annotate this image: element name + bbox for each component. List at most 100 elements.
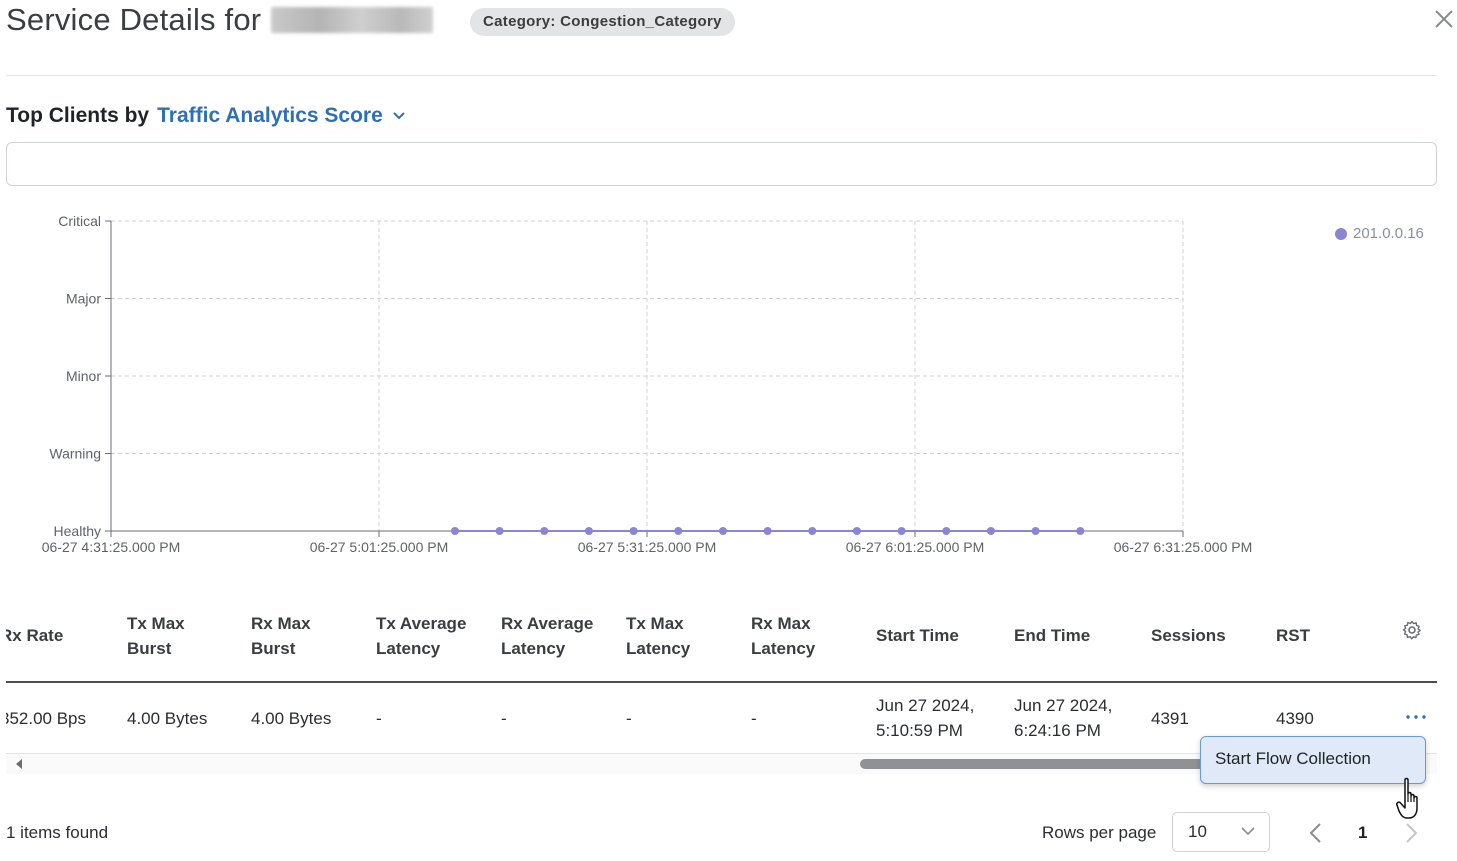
table-cell-text: Jun 27 2024, <box>1014 696 1113 715</box>
table-cell-text: 6:24:16 PM <box>1014 721 1101 740</box>
column-header[interactable]: Tx Max Burst <box>126 611 251 661</box>
y-tick-label: Minor <box>66 368 101 384</box>
metric-dropdown[interactable]: Traffic Analytics Score <box>157 104 405 128</box>
x-tick-label: 06-27 4:31:25.000 PM <box>42 539 181 555</box>
data-point[interactable] <box>540 527 549 535</box>
data-point[interactable] <box>763 527 772 535</box>
column-header[interactable]: Sessions <box>1151 623 1276 648</box>
page-title: Service Details for <box>6 0 434 40</box>
table-cell: - <box>501 706 626 731</box>
table-cell: 4390 <box>1276 706 1396 731</box>
table-cell-text: Jun 27 2024, <box>876 696 975 715</box>
table-cell-text: 352.00 Bps <box>6 708 87 728</box>
data-point[interactable] <box>942 527 951 535</box>
table-cell-text: - <box>626 708 632 728</box>
table-cell: - <box>376 706 501 731</box>
close-icon <box>1435 10 1453 28</box>
filter-input[interactable] <box>7 143 1436 185</box>
column-header-text: Tx Max <box>127 613 185 633</box>
x-tick-label: 06-27 6:01:25.000 PM <box>846 539 985 555</box>
data-point[interactable] <box>495 527 504 535</box>
data-point[interactable] <box>852 527 861 535</box>
chevron-right-icon <box>1406 823 1418 843</box>
x-tick-label: 06-27 5:31:25.000 PM <box>578 539 717 555</box>
x-tick-label: 06-27 5:01:25.000 PM <box>310 539 449 555</box>
data-point[interactable] <box>718 527 727 535</box>
data-point[interactable] <box>986 527 995 535</box>
data-point[interactable] <box>674 527 683 535</box>
column-header-text: Latency <box>626 638 691 658</box>
y-tick-label: Major <box>66 291 101 307</box>
section-title-prefix: Top Clients by <box>6 104 150 127</box>
chevron-down-icon <box>393 112 405 120</box>
column-header-text: Rx Max <box>751 613 811 633</box>
filter-field[interactable] <box>6 142 1437 186</box>
y-tick-label: Healthy <box>54 523 101 539</box>
gear-icon <box>1402 620 1421 640</box>
triangle-left-icon <box>16 759 22 769</box>
column-header-text: Rx Max <box>251 613 311 633</box>
data-point[interactable] <box>808 527 817 535</box>
table-cell: - <box>751 706 876 731</box>
column-header-text: Latency <box>376 638 441 658</box>
table-cell-text: - <box>751 708 757 728</box>
column-header-text: Rx Rate <box>6 626 64 645</box>
table-header: Rx Rate Tx Max Burst Rx Max Burst Tx Average L… <box>6 590 1437 683</box>
next-page-button[interactable] <box>1405 822 1419 849</box>
row-actions-button[interactable] <box>1404 705 1428 729</box>
table-cell: 352.00 Bps <box>6 706 126 731</box>
table-cell-text: - <box>501 708 507 728</box>
legend-swatch <box>1335 227 1347 240</box>
previous-page-button[interactable] <box>1308 822 1322 849</box>
table-cell-text: 4.00 Bytes <box>251 708 332 728</box>
column-header[interactable]: RST <box>1276 623 1396 648</box>
close-button[interactable] <box>1432 7 1456 31</box>
column-header-text: Rx Average <box>501 613 594 633</box>
chart-legend-item[interactable]: 201.0.0.16 <box>1335 225 1424 242</box>
data-point[interactable] <box>1076 527 1085 535</box>
data-point[interactable] <box>629 527 638 535</box>
column-header[interactable]: Rx Max Latency <box>751 611 876 661</box>
table-cell: 4.00 Bytes <box>126 706 251 731</box>
table-cell-text: 5:10:59 PM <box>876 721 963 740</box>
table-cell: - <box>626 706 751 731</box>
column-header[interactable]: Tx Average Latency <box>376 611 501 661</box>
rows-per-page-label: Rows per page <box>1042 823 1157 842</box>
scroll-left-button[interactable] <box>14 757 24 775</box>
page-title-text: Service Details for <box>6 2 262 37</box>
column-header[interactable]: Rx Rate <box>6 623 126 648</box>
column-header-text: Burst <box>127 638 172 658</box>
column-header-text: End Time <box>1014 626 1091 645</box>
y-tick-label: Warning <box>49 446 101 462</box>
category-badge: Category: Congestion_Category <box>470 8 735 36</box>
rows-per-page-value: 10 <box>1188 822 1207 841</box>
redacted-service-name <box>271 7 434 33</box>
rows-per-page-select[interactable]: 10 <box>1172 812 1270 852</box>
column-header[interactable]: End Time <box>1014 623 1151 648</box>
data-point[interactable] <box>897 527 906 535</box>
table-cell-text: 4390 <box>1276 708 1314 728</box>
start-flow-collection-item[interactable]: Start Flow Collection <box>1201 737 1425 781</box>
row-actions-menu: Start Flow Collection <box>1200 736 1426 784</box>
data-point[interactable] <box>450 527 459 535</box>
data-point[interactable] <box>584 527 593 535</box>
table-cell: 4.00 Bytes <box>251 706 376 731</box>
column-header-text: Start Time <box>876 626 959 645</box>
table-cell: Jun 27 2024, 6:24:16 PM <box>1014 693 1151 743</box>
scrollbar-thumb[interactable] <box>860 759 1220 769</box>
more-horizontal-icon <box>1406 715 1426 719</box>
column-header[interactable]: Rx Average Latency <box>501 611 626 661</box>
section-title: Top Clients by Traffic Analytics Score <box>6 104 405 128</box>
x-tick-label: 06-27 6:31:25.000 PM <box>1114 539 1253 555</box>
column-header[interactable]: Tx Max Latency <box>626 611 751 661</box>
table-cell: 4391 <box>1151 706 1276 731</box>
data-point[interactable] <box>1031 527 1040 535</box>
table-cell-text: 4.00 Bytes <box>127 708 208 728</box>
column-settings-button[interactable] <box>1402 620 1422 645</box>
items-found-count: 1 items found <box>6 823 109 842</box>
current-page[interactable]: 1 <box>1358 823 1367 843</box>
column-header[interactable]: Start Time <box>876 623 1014 648</box>
clients-table: Rx Rate Tx Max Burst Rx Max Burst Tx Average L… <box>6 590 1437 754</box>
column-header[interactable]: Rx Max Burst <box>251 611 376 661</box>
table-cell-text: - <box>376 708 382 728</box>
